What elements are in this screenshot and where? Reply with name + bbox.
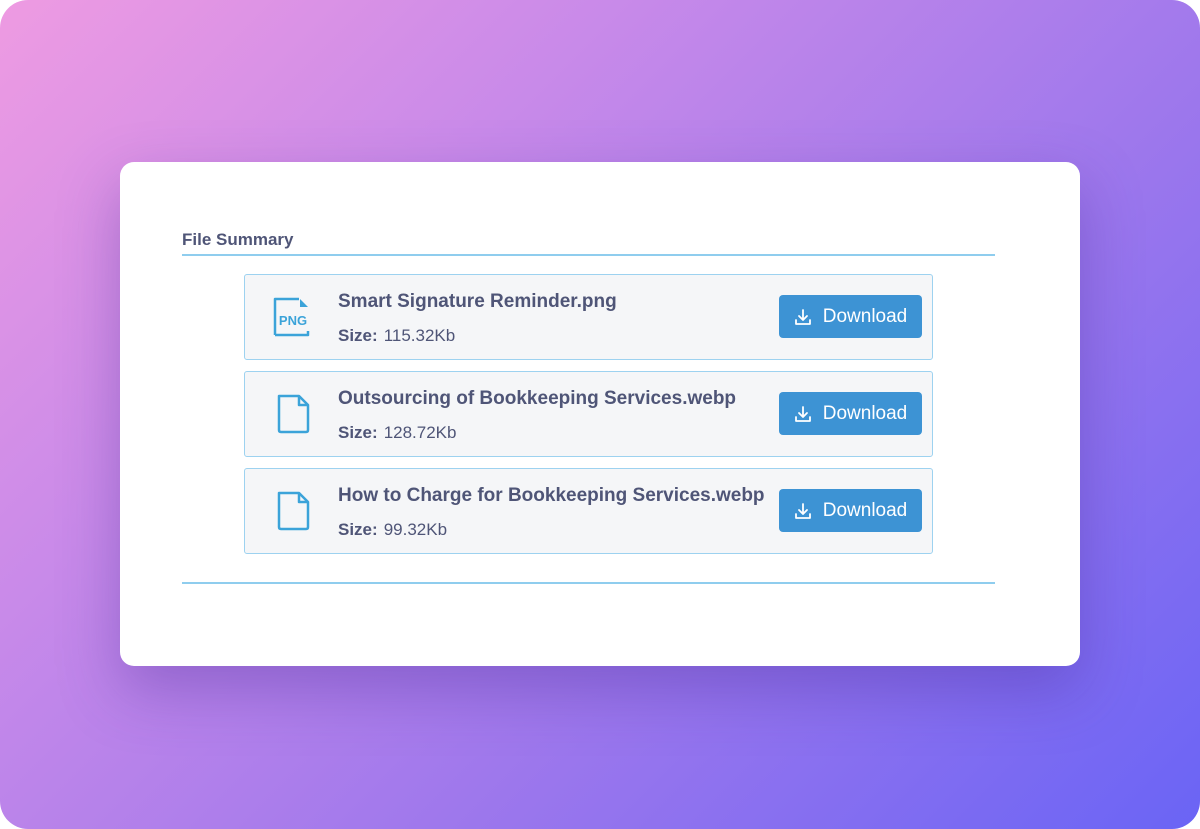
size-value: 128.72Kb — [383, 423, 457, 442]
file-name: How to Charge for Bookkeeping Services.w… — [338, 485, 765, 506]
download-button[interactable]: Download — [779, 489, 922, 532]
file-item: Outsourcing of Bookkeeping Services.webp… — [244, 371, 933, 457]
download-button-label: Download — [822, 402, 908, 424]
file-size: Size: 115.32Kb — [338, 326, 455, 346]
size-label: Size: — [338, 423, 378, 442]
file-summary-card: File Summary PNG Smart Signature Reminde… — [120, 162, 1080, 666]
download-button-label: Download — [822, 499, 908, 521]
bottom-divider — [182, 582, 995, 584]
file-size: Size: 99.32Kb — [338, 520, 447, 540]
file-size: Size: 128.72Kb — [338, 423, 456, 443]
file-name: Smart Signature Reminder.png — [338, 291, 617, 312]
download-icon — [794, 308, 811, 325]
size-label: Size: — [338, 520, 378, 539]
file-icon — [277, 491, 310, 531]
file-item: PNG Smart Signature Reminder.png Size: 11… — [244, 274, 933, 360]
download-icon — [794, 405, 811, 422]
file-icon — [277, 394, 310, 434]
section-title: File Summary — [182, 230, 294, 249]
file-list: PNG Smart Signature Reminder.png Size: 11… — [244, 274, 933, 565]
png-icon-text: PNG — [279, 313, 307, 328]
file-name: Outsourcing of Bookkeeping Services.webp — [338, 388, 737, 409]
size-value: 99.32Kb — [383, 520, 448, 539]
png-file-icon: PNG — [273, 297, 310, 337]
download-button-label: Download — [822, 305, 908, 327]
size-value: 115.32Kb — [383, 326, 456, 345]
download-button[interactable]: Download — [779, 392, 922, 435]
download-icon — [794, 502, 811, 519]
download-button[interactable]: Download — [779, 295, 922, 338]
gradient-background: File Summary PNG Smart Signature Reminde… — [0, 0, 1200, 829]
file-item: How to Charge for Bookkeeping Services.w… — [244, 468, 933, 554]
size-label: Size: — [338, 326, 378, 345]
top-divider — [182, 254, 995, 256]
